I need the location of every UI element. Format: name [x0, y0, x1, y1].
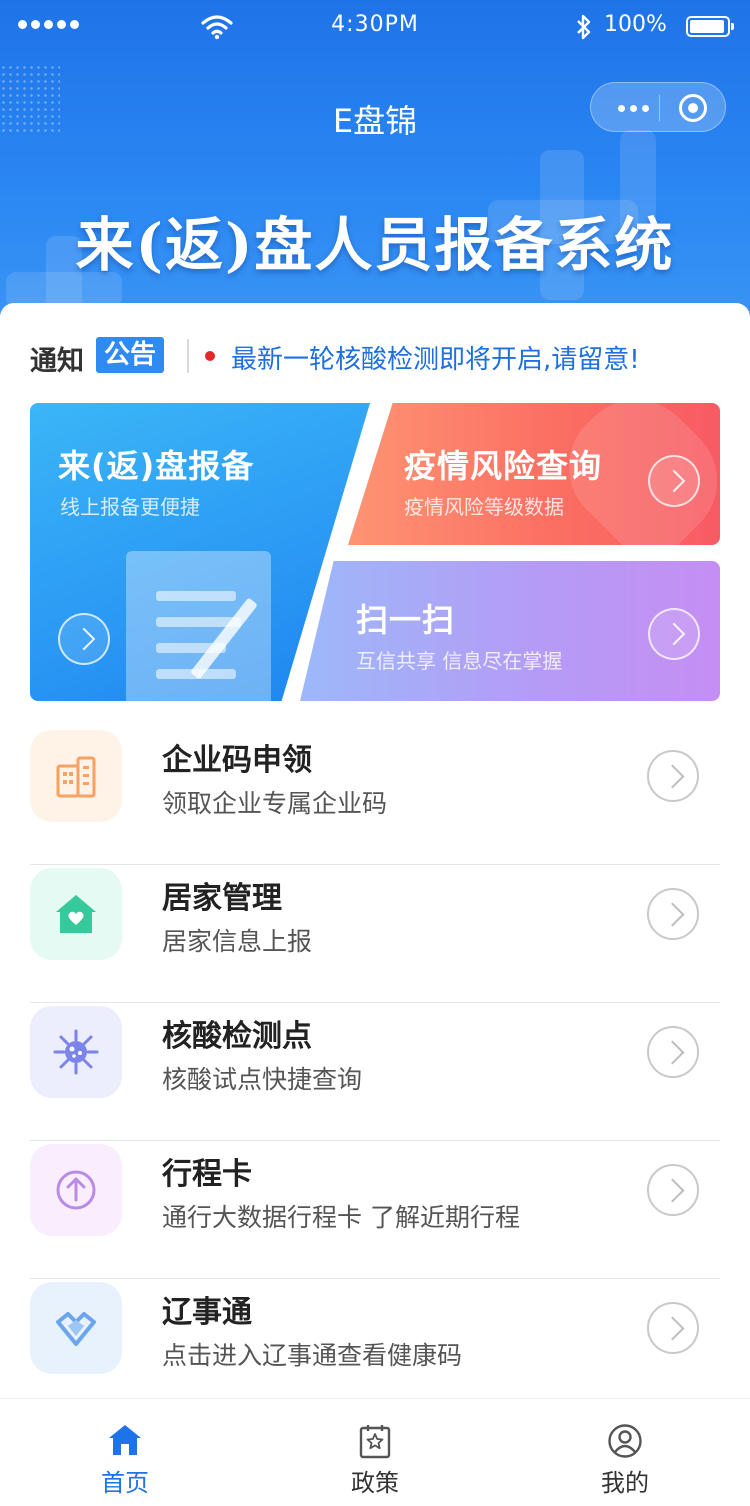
notice-bar[interactable]: 通知 公告 最新一轮核酸检测即将开启,请留意! [30, 337, 720, 379]
more-icon[interactable] [609, 98, 657, 118]
notice-label: 通知 [30, 346, 84, 377]
main-content: 通知 公告 最新一轮核酸检测即将开启,请留意! 来(返)盘报备 线上报备更便捷 … [0, 303, 750, 1403]
list-item-nucleic-test-site[interactable]: 核酸检测点 核酸试点快捷查询 [30, 1003, 720, 1141]
tab-label: 政策 [351, 1469, 399, 1497]
risk-card-subtitle: 疫情风险等级数据 [404, 495, 564, 519]
chevron-right-icon[interactable] [647, 888, 699, 940]
policy-icon [359, 1425, 391, 1459]
list-item-home-management[interactable]: 居家管理 居家信息上报 [30, 865, 720, 1003]
service-list: 企业码申领 领取企业专属企业码 居家管理 居家信息上报 核酸检测点 核酸试点快捷… [30, 727, 720, 1417]
notice-label-badge: 公告 [96, 337, 165, 373]
list-item-subtitle: 核酸试点快捷查询 [162, 1065, 363, 1094]
notice-divider [187, 339, 189, 373]
scan-card-arrow-icon [648, 608, 700, 660]
tab-label: 我的 [601, 1469, 649, 1497]
status-bar: 4:30PM 100% [0, 0, 750, 52]
list-item-enterprise-code[interactable]: 企业码申领 领取企业专属企业码 [30, 727, 720, 865]
building-icon [30, 730, 122, 822]
system-title: 来(返)盘人员报备系统 [75, 211, 675, 279]
risk-card-title: 疫情风险查询 [404, 447, 603, 485]
list-item-liaoshitong[interactable]: 辽事通 点击进入辽事通查看健康码 [30, 1279, 720, 1417]
battery-icon [686, 16, 734, 37]
chevron-right-icon[interactable] [647, 1302, 699, 1354]
risk-query-card[interactable]: 疫情风险查询 疫情风险等级数据 [348, 403, 720, 545]
list-item-subtitle: 通行大数据行程卡 了解近期行程 [162, 1203, 520, 1232]
list-item-subtitle: 点击进入辽事通查看健康码 [162, 1341, 463, 1370]
user-icon [608, 1424, 642, 1458]
list-item-subtitle: 居家信息上报 [162, 927, 313, 956]
bluetooth-icon [577, 14, 591, 40]
battery-percentage: 100% [604, 12, 667, 37]
close-miniapp-icon[interactable] [679, 94, 707, 122]
home-heart-icon [30, 868, 122, 960]
tab-mine[interactable]: 我的 [500, 1399, 750, 1506]
miniapp-capsule [590, 82, 726, 132]
scan-card[interactable]: 扫一扫 互信共享 信息尽在掌握 [300, 561, 720, 701]
liao-logo-icon [30, 1282, 122, 1374]
list-item-title: 行程卡 [162, 1157, 252, 1192]
scan-card-subtitle: 互信共享 信息尽在掌握 [356, 649, 563, 673]
tab-label: 首页 [101, 1469, 149, 1497]
home-icon [109, 1425, 141, 1455]
chevron-right-icon[interactable] [647, 750, 699, 802]
bottom-tab-bar: 首页 政策 我的 [0, 1398, 750, 1506]
notice-text[interactable]: 最新一轮核酸检测即将开启,请留意! [231, 339, 640, 376]
tab-home[interactable]: 首页 [0, 1399, 250, 1506]
document-icon [126, 551, 271, 701]
report-card-subtitle: 线上报备更便捷 [60, 495, 200, 519]
chevron-right-icon[interactable] [647, 1164, 699, 1216]
notice-dot-icon [205, 351, 215, 361]
list-item-title: 核酸检测点 [162, 1019, 312, 1054]
virus-icon [30, 1006, 122, 1098]
list-item-subtitle: 领取企业专属企业码 [162, 789, 388, 818]
list-item-title: 辽事通 [162, 1295, 252, 1330]
list-item-travel-card[interactable]: 行程卡 通行大数据行程卡 了解近期行程 [30, 1141, 720, 1279]
scan-card-title: 扫一扫 [356, 601, 456, 639]
tab-policy[interactable]: 政策 [250, 1399, 500, 1506]
capsule-divider [659, 95, 660, 121]
chevron-right-icon[interactable] [647, 1026, 699, 1078]
risk-card-arrow-icon [648, 455, 700, 507]
up-arrow-circle-icon [30, 1144, 122, 1236]
report-card-arrow-icon [58, 613, 110, 665]
list-item-title: 企业码申领 [162, 743, 312, 778]
header-banner: 4:30PM 100% E盘锦 来(返)盘人员报备系统 [0, 0, 750, 330]
list-item-title: 居家管理 [162, 881, 282, 916]
report-card-title: 来(返)盘报备 [58, 447, 255, 485]
